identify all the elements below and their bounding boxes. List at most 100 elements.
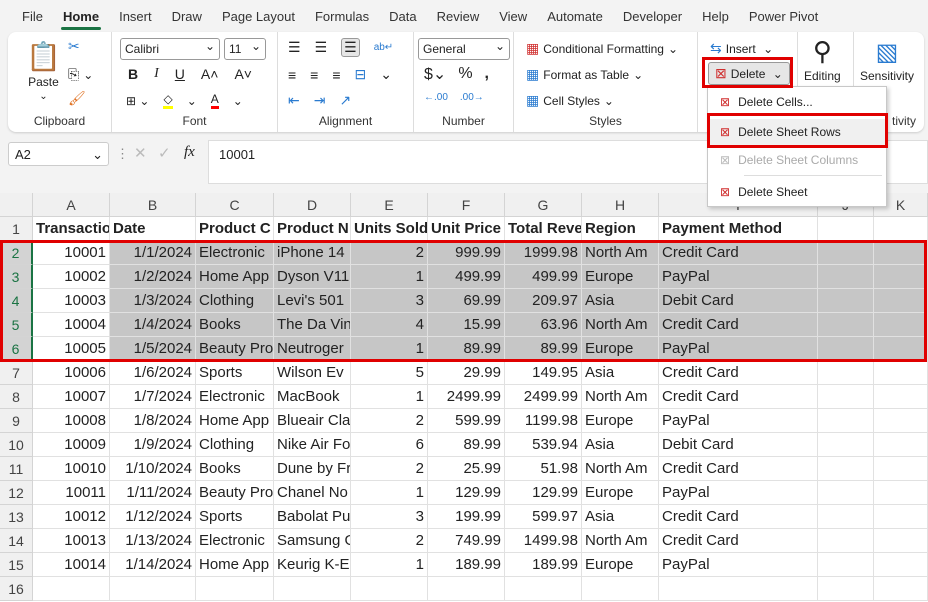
font-color-button[interactable]: A: [210, 92, 219, 109]
cell[interactable]: [818, 289, 874, 313]
cell[interactable]: 1/3/2024: [110, 289, 196, 313]
cell[interactable]: [818, 553, 874, 577]
cell[interactable]: Blueair Cla: [274, 409, 351, 433]
cell[interactable]: [874, 433, 928, 457]
cell[interactable]: 69.99: [428, 289, 505, 313]
orientation-icon[interactable]: ↗: [339, 92, 351, 109]
cell[interactable]: [874, 457, 928, 481]
cell[interactable]: PayPal: [659, 409, 818, 433]
cell[interactable]: Asia: [582, 505, 659, 529]
copy-button[interactable]: ⎘ ⌄: [68, 66, 93, 83]
cell[interactable]: 1: [351, 337, 428, 361]
cell[interactable]: Unit Price: [428, 217, 505, 241]
cell[interactable]: The Da Vin: [274, 313, 351, 337]
cell[interactable]: [428, 577, 505, 601]
enter-icon[interactable]: ✓: [158, 144, 171, 162]
column-header[interactable]: D: [274, 193, 351, 217]
cell[interactable]: Credit Card: [659, 457, 818, 481]
cell[interactable]: Total Reve: [505, 217, 582, 241]
cell[interactable]: Credit Card: [659, 241, 818, 265]
cell[interactable]: [818, 385, 874, 409]
cell[interactable]: Product C: [196, 217, 274, 241]
cell[interactable]: [33, 577, 110, 601]
cell[interactable]: [874, 313, 928, 337]
cell[interactable]: [582, 577, 659, 601]
cell[interactable]: 749.99: [428, 529, 505, 553]
align-top-icon[interactable]: ☰: [288, 39, 301, 56]
function-icon[interactable]: fx: [184, 144, 195, 161]
cell[interactable]: [274, 577, 351, 601]
tab-view[interactable]: View: [489, 0, 537, 34]
row-header[interactable]: 11: [0, 457, 33, 481]
align-center-icon[interactable]: ≡: [310, 67, 318, 83]
cell[interactable]: 10003: [33, 289, 110, 313]
cell[interactable]: [874, 337, 928, 361]
cell[interactable]: Units Sold: [351, 217, 428, 241]
delete-button[interactable]: ⊠ Delete ⌄: [708, 62, 790, 85]
cell[interactable]: 149.95: [505, 361, 582, 385]
cell[interactable]: Babolat Pu: [274, 505, 351, 529]
cell[interactable]: 1: [351, 553, 428, 577]
cell[interactable]: Credit Card: [659, 385, 818, 409]
cell[interactable]: 1: [351, 481, 428, 505]
paste-button[interactable]: 📋 Paste ⌄: [26, 40, 61, 102]
sensitivity-button[interactable]: ▧ Sensitivity: [860, 38, 914, 83]
cell[interactable]: Home App: [196, 553, 274, 577]
cell[interactable]: 6: [351, 433, 428, 457]
row-header[interactable]: 16: [0, 577, 33, 601]
bold-button[interactable]: B: [128, 66, 138, 82]
cell[interactable]: Credit Card: [659, 505, 818, 529]
cell[interactable]: 10009: [33, 433, 110, 457]
cell[interactable]: [818, 529, 874, 553]
column-header[interactable]: A: [33, 193, 110, 217]
cell[interactable]: [505, 577, 582, 601]
cell[interactable]: North Am: [582, 529, 659, 553]
row-header[interactable]: 15: [0, 553, 33, 577]
cell[interactable]: 199.99: [428, 505, 505, 529]
cell[interactable]: [818, 313, 874, 337]
cell[interactable]: PayPal: [659, 337, 818, 361]
cell[interactable]: 10011: [33, 481, 110, 505]
cell[interactable]: 1/14/2024: [110, 553, 196, 577]
row-header[interactable]: 8: [0, 385, 33, 409]
tab-review[interactable]: Review: [427, 0, 490, 34]
cell[interactable]: 10014: [33, 553, 110, 577]
cell[interactable]: [818, 217, 874, 241]
tab-draw[interactable]: Draw: [162, 0, 212, 34]
cell[interactable]: Beauty Pro: [196, 337, 274, 361]
cell[interactable]: Clothing: [196, 289, 274, 313]
editing-button[interactable]: ⚲ Editing: [804, 36, 841, 83]
cancel-icon[interactable]: ✕: [134, 144, 147, 162]
cell[interactable]: Europe: [582, 481, 659, 505]
cell[interactable]: 1999.98: [505, 241, 582, 265]
cell[interactable]: 1/11/2024: [110, 481, 196, 505]
cell[interactable]: [874, 289, 928, 313]
cell[interactable]: [818, 457, 874, 481]
cell[interactable]: Clothing: [196, 433, 274, 457]
increase-decimal-icon[interactable]: ←.00: [424, 92, 448, 103]
column-header[interactable]: E: [351, 193, 428, 217]
row-header[interactable]: 1: [0, 217, 33, 241]
cell[interactable]: [818, 241, 874, 265]
cell[interactable]: Product N: [274, 217, 351, 241]
cell[interactable]: [874, 505, 928, 529]
cell[interactable]: North Am: [582, 457, 659, 481]
increase-indent-icon[interactable]: ⇥: [314, 92, 326, 109]
comma-icon[interactable]: ,: [485, 65, 489, 83]
cell[interactable]: [874, 385, 928, 409]
tab-help[interactable]: Help: [692, 0, 739, 34]
format-as-table-button[interactable]: ▦ Format as Table ⌄: [526, 66, 643, 83]
cell[interactable]: Debit Card: [659, 433, 818, 457]
currency-icon[interactable]: $⌄: [424, 64, 446, 84]
tab-insert[interactable]: Insert: [109, 0, 162, 34]
column-header[interactable]: C: [196, 193, 274, 217]
tab-home[interactable]: Home: [53, 0, 109, 34]
cell[interactable]: PayPal: [659, 553, 818, 577]
cell[interactable]: Electronic: [196, 385, 274, 409]
cell[interactable]: 89.99: [505, 337, 582, 361]
borders-icon[interactable]: ⊞ ⌄: [126, 94, 149, 108]
row-header[interactable]: 12: [0, 481, 33, 505]
font-size-select[interactable]: 11: [224, 38, 266, 60]
cell[interactable]: 999.99: [428, 241, 505, 265]
tab-file[interactable]: File: [12, 0, 53, 34]
